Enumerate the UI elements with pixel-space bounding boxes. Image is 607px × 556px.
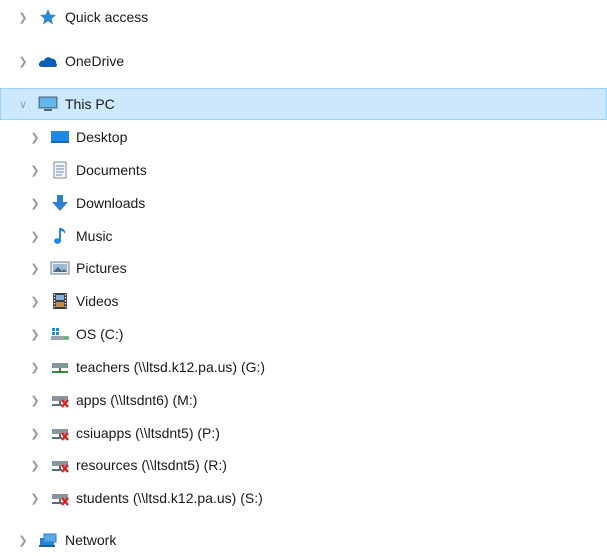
tree-item-os-c[interactable]: ❯ OS (C:) [0, 318, 607, 350]
tree-item-apps-m[interactable]: ❯ apps (\\ltsdnt6) (M:) [0, 384, 607, 416]
computer-icon [38, 95, 58, 113]
tree-item-csiuapps-p[interactable]: ❯ csiuapps (\\ltsdnt5) (P:) [0, 417, 607, 449]
download-arrow-icon [50, 194, 70, 212]
tree-item-label: Network [65, 532, 117, 548]
cloud-icon [38, 52, 58, 70]
tree-item-teachers-g[interactable]: ❯ teachers (\\ltsd.k12.pa.us) (G:) [0, 351, 607, 383]
tree-item-documents[interactable]: ❯ Documents [0, 154, 607, 186]
chevron-right-icon[interactable]: ❯ [28, 261, 42, 275]
network-icon [38, 531, 58, 549]
desktop-icon [50, 128, 70, 146]
windows-drive-icon [50, 325, 70, 343]
tree-item-label: OneDrive [65, 53, 125, 69]
navigation-pane: ❯ Quick access ❯ OneDrive ∨ This PC ❯ De… [0, 0, 607, 550]
chevron-right-icon[interactable]: ❯ [16, 54, 30, 68]
chevron-right-icon[interactable]: ❯ [28, 130, 42, 144]
chevron-right-icon[interactable]: ❯ [28, 196, 42, 210]
tree-item-label: csiuapps (\\ltsdnt5) (P:) [76, 425, 220, 441]
disconnected-drive-icon [50, 424, 70, 442]
tree-item-label: Quick access [65, 9, 149, 25]
tree-item-students-s[interactable]: ❯ students (\\ltsd.k12.pa.us) (S:) [0, 482, 607, 514]
tree-item-label: Downloads [76, 195, 146, 211]
star-icon [38, 8, 58, 26]
tree-item-label: Documents [76, 162, 147, 178]
network-drive-icon [50, 358, 70, 376]
tree-item-music[interactable]: ❯ Music [0, 220, 607, 252]
tree-item-label: resources (\\ltsdnt5) (R:) [76, 457, 227, 473]
tree-item-videos[interactable]: ❯ Videos [0, 285, 607, 317]
chevron-right-icon[interactable]: ❯ [28, 393, 42, 407]
tree-item-downloads[interactable]: ❯ Downloads [0, 187, 607, 219]
chevron-right-icon[interactable]: ❯ [28, 327, 42, 341]
chevron-right-icon[interactable]: ❯ [16, 10, 30, 24]
music-note-icon [50, 227, 70, 245]
disconnected-drive-icon [50, 456, 70, 474]
tree-item-label: Desktop [76, 129, 128, 145]
tree-item-desktop[interactable]: ❯ Desktop [0, 121, 607, 153]
disconnected-drive-icon [50, 391, 70, 409]
tree-item-label: Music [76, 228, 113, 244]
disconnected-drive-icon [50, 489, 70, 507]
tree-item-resources-r[interactable]: ❯ resources (\\ltsdnt5) (R:) [0, 449, 607, 481]
chevron-right-icon[interactable]: ❯ [28, 229, 42, 243]
tree-item-label: students (\\ltsd.k12.pa.us) (S:) [76, 490, 263, 506]
tree-item-pictures[interactable]: ❯ Pictures [0, 252, 607, 284]
tree-item-label: This PC [65, 96, 115, 112]
tree-item-label: OS (C:) [76, 326, 124, 342]
tree-item-label: Pictures [76, 260, 127, 276]
chevron-right-icon[interactable]: ❯ [28, 491, 42, 505]
chevron-right-icon[interactable]: ❯ [28, 294, 42, 308]
chevron-right-icon[interactable]: ❯ [16, 533, 30, 547]
tree-item-label: teachers (\\ltsd.k12.pa.us) (G:) [76, 359, 266, 375]
tree-item-label: apps (\\ltsdnt6) (M:) [76, 392, 198, 408]
documents-icon [50, 161, 70, 179]
pictures-icon [50, 259, 70, 277]
chevron-right-icon[interactable]: ❯ [28, 163, 42, 177]
chevron-down-icon[interactable]: ∨ [16, 97, 30, 111]
chevron-right-icon[interactable]: ❯ [28, 360, 42, 374]
film-icon [50, 292, 70, 310]
tree-item-network[interactable]: ❯ Network [0, 524, 607, 556]
tree-item-this-pc[interactable]: ∨ This PC [0, 88, 607, 120]
tree-item-quick-access[interactable]: ❯ Quick access [0, 1, 607, 33]
tree-item-onedrive[interactable]: ❯ OneDrive [0, 45, 607, 77]
chevron-right-icon[interactable]: ❯ [28, 426, 42, 440]
tree-item-label: Videos [76, 293, 119, 309]
chevron-right-icon[interactable]: ❯ [28, 458, 42, 472]
